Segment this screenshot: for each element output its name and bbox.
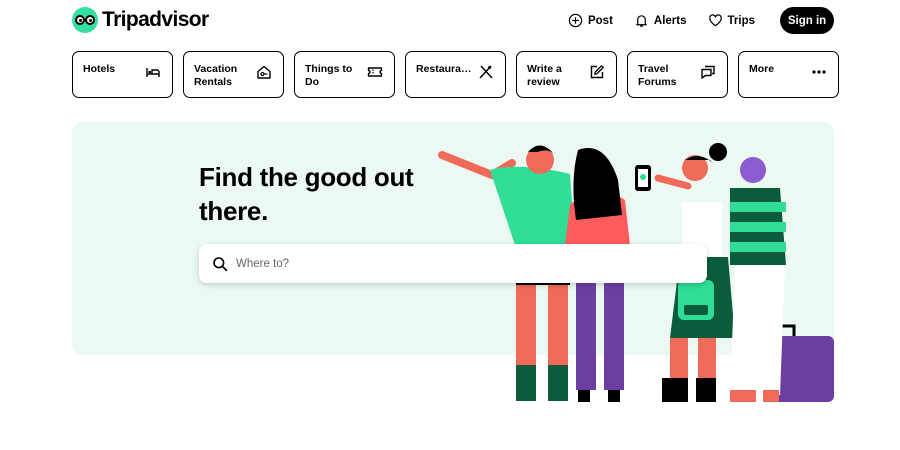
top-header: Tripadvisor Post Alerts Trips Sign in: [0, 0, 900, 40]
search-icon: [213, 256, 228, 271]
bell-icon: [636, 15, 647, 27]
hero-title: Find the good out there.: [199, 162, 414, 226]
alerts-label: Alerts: [653, 14, 687, 27]
tile-more[interactable]: More: [738, 51, 839, 98]
brand-name: Tripadvisor: [102, 8, 209, 31]
owl-logo-icon: [72, 7, 98, 33]
alerts-link[interactable]: Alerts: [634, 13, 687, 28]
plus-circle-icon: [568, 13, 583, 28]
tile-label: Write a review: [527, 63, 562, 88]
tile-label: Hotels: [83, 63, 116, 75]
edit-icon: [590, 65, 604, 79]
tile-hotels[interactable]: Hotels: [72, 51, 173, 98]
trips-link[interactable]: Trips: [708, 13, 755, 28]
bed-icon: [146, 68, 160, 77]
tile-things-to-do[interactable]: Things to Do: [294, 51, 395, 98]
more-dots-icon: [812, 70, 826, 74]
tile-restaurants[interactable]: Restaura…: [405, 51, 506, 98]
post-label: Post: [587, 14, 613, 27]
search-input[interactable]: Where to?: [236, 258, 289, 270]
sign-in-button[interactable]: Sign in: [780, 7, 834, 34]
tile-vacation-rentals[interactable]: Vacation Rentals: [183, 51, 284, 98]
header-actions: Post Alerts Trips Sign in: [568, 7, 834, 34]
tile-write-review[interactable]: Write a review: [516, 51, 617, 98]
tile-label: Things to Do: [305, 63, 353, 88]
tile-label: Travel Forums: [638, 63, 677, 88]
house-key-icon: [257, 65, 271, 79]
tripadvisor-logo[interactable]: Tripadvisor: [72, 7, 209, 33]
ticket-icon: [367, 67, 383, 77]
tile-label: More: [749, 63, 775, 75]
post-link[interactable]: Post: [568, 13, 613, 28]
tile-label: Vacation Rentals: [194, 63, 238, 88]
trips-label: Trips: [727, 14, 755, 27]
tile-travel-forums[interactable]: Travel Forums: [627, 51, 728, 98]
tile-label: Restaura…: [416, 63, 472, 75]
heart-icon: [708, 14, 722, 27]
category-tiles: Hotels Vacation Rentals Things to Do Res…: [72, 51, 839, 98]
fork-knife-icon: [479, 65, 493, 79]
search-bar[interactable]: Where to?: [199, 244, 707, 283]
chat-bubbles-icon: [701, 65, 715, 79]
